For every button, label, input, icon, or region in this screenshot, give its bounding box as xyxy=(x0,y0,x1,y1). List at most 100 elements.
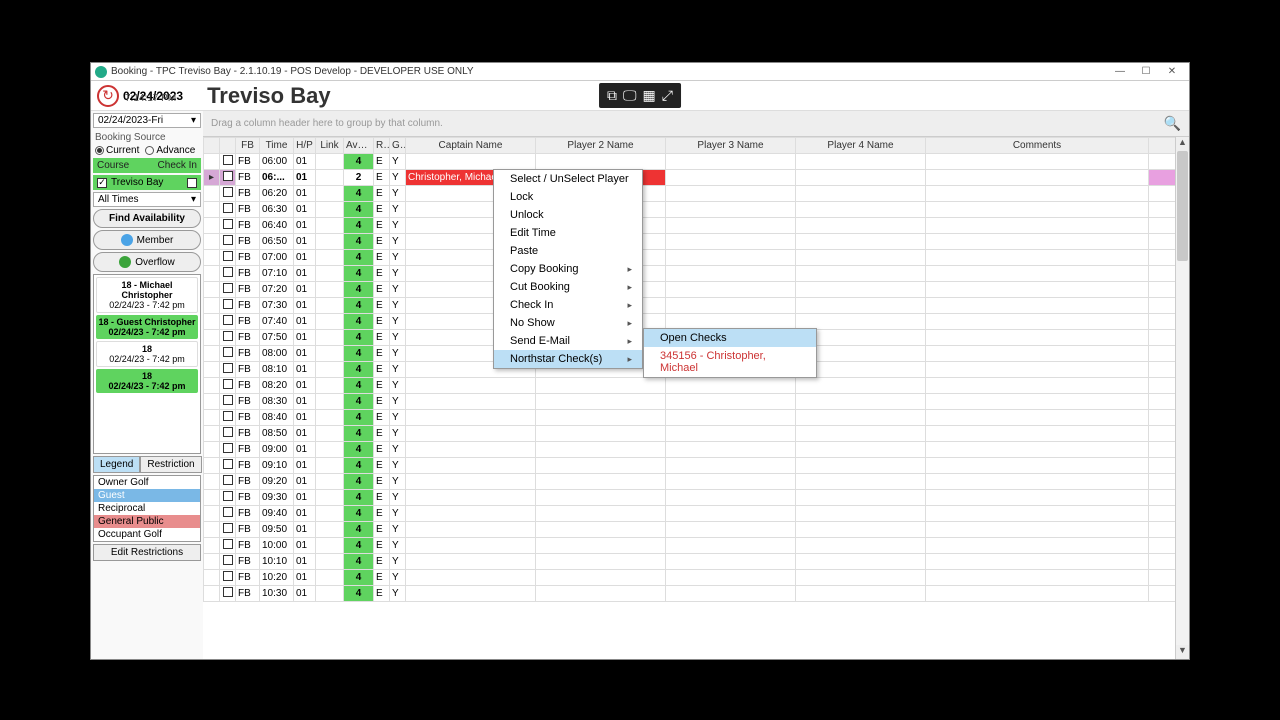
legend-item[interactable]: Owner Golf xyxy=(94,476,200,489)
display-toolbar: ⧉ 🖵 ▦ ⤢ xyxy=(599,83,681,108)
course-header: Course Check In xyxy=(93,158,201,173)
legend-item[interactable]: General Public xyxy=(94,515,200,528)
scroll-thumb[interactable] xyxy=(1177,151,1188,261)
clock: 7:14:17 PM xyxy=(125,93,176,104)
main: Drag a column header here to group by th… xyxy=(203,111,1189,659)
context-menu[interactable]: Select / UnSelect PlayerLockUnlockEdit T… xyxy=(493,169,643,369)
time-filter[interactable]: All Times ▾ xyxy=(93,192,201,207)
booking-item[interactable]: 18 - Guest Christopher02/24/23 - 7:42 pm xyxy=(96,315,198,339)
edit-restrictions-button[interactable]: Edit Restrictions xyxy=(93,544,201,561)
column-header[interactable] xyxy=(220,138,236,154)
overflow-button[interactable]: Overflow xyxy=(93,252,201,272)
table-row[interactable]: FB08:40014EY xyxy=(204,410,1189,426)
table-row[interactable]: FB08:20014EY xyxy=(204,378,1189,394)
radio-current[interactable]: Current xyxy=(95,145,139,156)
menu-item[interactable]: Unlock xyxy=(494,206,642,224)
table-row[interactable]: ▸FB06:...012EYChristopher, Michael xyxy=(204,170,1189,186)
table-row[interactable]: FB07:00014EY xyxy=(204,250,1189,266)
member-icon xyxy=(121,234,133,246)
table-row[interactable]: FB07:30014EY xyxy=(204,298,1189,314)
tab-legend[interactable]: Legend xyxy=(93,456,140,473)
course-checkbox[interactable] xyxy=(97,178,107,188)
maximize-button[interactable]: ☐ xyxy=(1133,66,1159,77)
menu-item[interactable]: Lock xyxy=(494,188,642,206)
table-row[interactable]: FB08:30014EY xyxy=(204,394,1189,410)
tab-restriction[interactable]: Restriction xyxy=(140,456,201,473)
table-row[interactable]: FB06:20014EY xyxy=(204,186,1189,202)
reload-icon[interactable] xyxy=(97,85,119,107)
table-row[interactable]: FB09:40014EY xyxy=(204,506,1189,522)
vertical-scrollbar[interactable]: ▲ ▼ xyxy=(1175,137,1189,659)
expand-icon[interactable]: ⤢ xyxy=(662,87,673,104)
search-icon[interactable]: 🔍 xyxy=(1164,115,1181,132)
table-row[interactable]: FB09:20014EY xyxy=(204,474,1189,490)
column-header[interactable]: Comments xyxy=(926,138,1149,154)
table-row[interactable]: FB07:20014EY xyxy=(204,282,1189,298)
menu-item[interactable]: Cut Booking xyxy=(494,278,642,296)
find-availability-button[interactable]: Find Availability xyxy=(93,209,201,228)
scroll-down-icon[interactable]: ▼ xyxy=(1176,645,1189,659)
column-header[interactable]: Time xyxy=(260,138,294,154)
grid-wrap: FBTimeH/PLinkAvail...R...G...Captain Nam… xyxy=(203,137,1189,659)
table-row[interactable]: FB09:00014EY xyxy=(204,442,1189,458)
table-row[interactable]: FB08:50014EY xyxy=(204,426,1189,442)
table-row[interactable]: FB07:10014EY xyxy=(204,266,1189,282)
legend-item[interactable]: Reciprocal xyxy=(94,502,200,515)
menu-item[interactable]: Send E-Mail xyxy=(494,332,642,350)
minimize-button[interactable]: — xyxy=(1107,66,1133,77)
menu-item[interactable]: Select / UnSelect Player xyxy=(494,170,642,188)
menu-open-checks[interactable]: Open Checks xyxy=(644,329,816,347)
column-header[interactable]: H/P xyxy=(294,138,316,154)
column-header[interactable]: R... xyxy=(374,138,390,154)
booking-item[interactable]: 18 - Michael Christopher02/24/23 - 7:42 … xyxy=(96,277,198,313)
table-row[interactable]: FB10:00014EY xyxy=(204,538,1189,554)
column-header[interactable]: FB xyxy=(236,138,260,154)
screen-icon[interactable]: ⧉ xyxy=(607,87,617,104)
column-header[interactable] xyxy=(204,138,220,154)
table-row[interactable]: FB06:30014EY xyxy=(204,202,1189,218)
table-row[interactable]: FB09:10014EY xyxy=(204,458,1189,474)
date-select[interactable]: 02/24/2023-Fri ▾ xyxy=(93,113,201,128)
table-row[interactable]: FB06:40014EY xyxy=(204,218,1189,234)
column-header[interactable]: G... xyxy=(390,138,406,154)
menu-item[interactable]: No Show xyxy=(494,314,642,332)
column-header[interactable]: Player 2 Name xyxy=(536,138,666,154)
member-button[interactable]: Member xyxy=(93,230,201,250)
table-row[interactable]: FB10:10014EY xyxy=(204,554,1189,570)
menu-item[interactable]: Paste xyxy=(494,242,642,260)
scroll-up-icon[interactable]: ▲ xyxy=(1176,137,1189,151)
monitor-icon[interactable]: 🖵 xyxy=(623,87,637,104)
close-button[interactable]: ✕ xyxy=(1159,66,1185,77)
booking-item[interactable]: 1802/24/23 - 7:42 pm xyxy=(96,341,198,367)
menu-item[interactable]: Northstar Check(s) xyxy=(494,350,642,368)
menu-item[interactable]: Edit Time xyxy=(494,224,642,242)
northstar-submenu[interactable]: Open Checks 345156 - Christopher, Michae… xyxy=(643,328,817,378)
booking-source-radios: Current Advance xyxy=(93,145,201,156)
column-header[interactable]: Captain Name xyxy=(406,138,536,154)
checkin-checkbox[interactable] xyxy=(187,178,197,188)
table-row[interactable]: FB06:00014EY xyxy=(204,154,1189,170)
club-name: Treviso Bay xyxy=(207,83,331,109)
course-item-treviso[interactable]: Treviso Bay xyxy=(93,175,201,190)
app-window: Booking - TPC Treviso Bay - 2.1.10.19 - … xyxy=(90,62,1190,660)
column-header[interactable]: Avail... xyxy=(344,138,374,154)
grid-icon[interactable]: ▦ xyxy=(643,87,656,104)
legend-item[interactable]: Guest xyxy=(94,489,200,502)
menu-check-item[interactable]: 345156 - Christopher, Michael xyxy=(644,347,816,377)
body: 02/24/2023-Fri ▾ Booking Source Current … xyxy=(91,111,1189,659)
column-header[interactable]: Player 4 Name xyxy=(796,138,926,154)
column-header[interactable]: Player 3 Name xyxy=(666,138,796,154)
group-bar[interactable]: Drag a column header here to group by th… xyxy=(203,111,1189,137)
table-row[interactable]: FB09:50014EY xyxy=(204,522,1189,538)
booking-item[interactable]: 1802/24/23 - 7:42 pm xyxy=(96,369,198,393)
menu-item[interactable]: Check In xyxy=(494,296,642,314)
legend-item[interactable]: Occupant Golf xyxy=(94,528,200,541)
table-row[interactable]: FB10:20014EY xyxy=(204,570,1189,586)
column-header[interactable]: Link xyxy=(316,138,344,154)
table-row[interactable]: FB10:30014EY xyxy=(204,586,1189,602)
time-filter-value: All Times xyxy=(98,194,139,205)
radio-advance[interactable]: Advance xyxy=(145,145,195,156)
table-row[interactable]: FB09:30014EY xyxy=(204,490,1189,506)
menu-item[interactable]: Copy Booking xyxy=(494,260,642,278)
table-row[interactable]: FB06:50014EY xyxy=(204,234,1189,250)
